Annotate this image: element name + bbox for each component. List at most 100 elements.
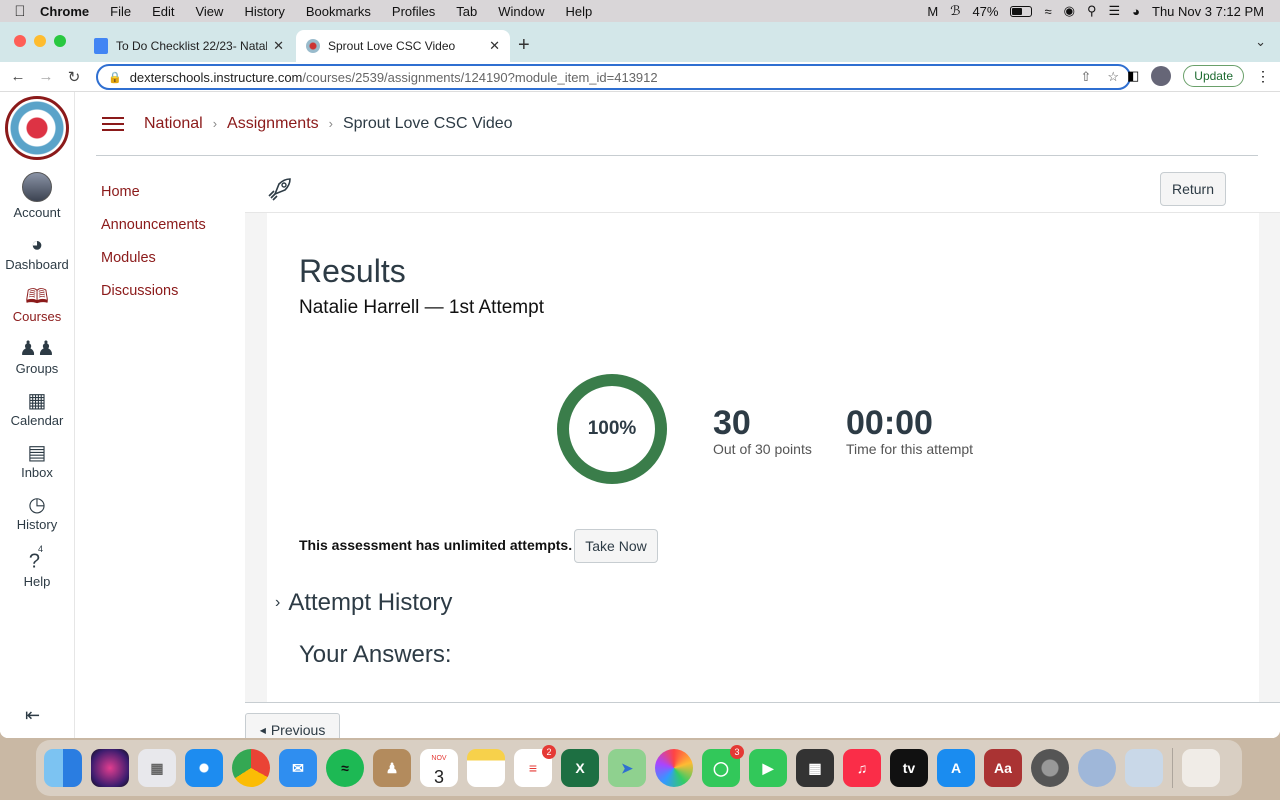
lock-icon[interactable]: 🔒 bbox=[108, 71, 122, 84]
courses-book-icon: 🕮 bbox=[25, 286, 49, 308]
nav-help[interactable]: ?4 Help bbox=[0, 539, 74, 596]
reminders-badge: 2 bbox=[542, 745, 556, 759]
course-nav-home[interactable]: Home bbox=[101, 184, 206, 217]
finder-icon[interactable] bbox=[44, 749, 82, 787]
battery-icon[interactable] bbox=[1010, 5, 1033, 17]
menu-tab[interactable]: Tab bbox=[456, 4, 477, 19]
collapse-nav-icon[interactable]: ⇤ bbox=[25, 705, 40, 726]
malwarebytes-icon[interactable]: M bbox=[927, 4, 938, 19]
menu-help[interactable]: Help bbox=[566, 4, 593, 19]
more-menu-icon[interactable]: ⋮ bbox=[1256, 68, 1270, 85]
app-store-icon[interactable]: A bbox=[937, 749, 975, 787]
nav-inbox[interactable]: ▤ Inbox bbox=[0, 435, 74, 487]
help-badge: 4 bbox=[38, 544, 44, 554]
nav-calendar[interactable]: ▦ Calendar bbox=[0, 383, 74, 435]
menu-bookmarks[interactable]: Bookmarks bbox=[306, 4, 371, 19]
course-nav-discussions[interactable]: Discussions bbox=[101, 283, 206, 316]
breadcrumb-assignments[interactable]: Assignments bbox=[227, 115, 319, 133]
nav-courses-label: Courses bbox=[12, 309, 62, 324]
wifi-icon[interactable]: ≈ bbox=[1044, 4, 1051, 19]
dictionary-icon[interactable]: Aa bbox=[984, 749, 1022, 787]
siri-app-icon[interactable] bbox=[91, 749, 129, 787]
menu-edit[interactable]: Edit bbox=[152, 4, 174, 19]
tab-sprout-love[interactable]: Sprout Love CSC Video ✕ bbox=[296, 30, 510, 62]
bluetooth-icon[interactable]: ℬ bbox=[950, 3, 960, 19]
calculator-icon[interactable]: ▦ bbox=[796, 749, 834, 787]
close-tab-icon[interactable]: ✕ bbox=[489, 38, 500, 54]
menu-history[interactable]: History bbox=[244, 4, 284, 19]
messages-icon[interactable]: ◯ 3 bbox=[702, 745, 744, 787]
forward-icon[interactable]: → bbox=[32, 68, 60, 85]
maps-icon[interactable]: ➤ bbox=[608, 749, 646, 787]
system-preferences-icon[interactable] bbox=[1031, 749, 1069, 787]
minimize-window-icon[interactable] bbox=[34, 35, 46, 47]
safari-icon[interactable] bbox=[185, 749, 223, 787]
chrome-app-icon[interactable] bbox=[232, 749, 270, 787]
profile-avatar[interactable] bbox=[1151, 66, 1172, 86]
contacts-icon[interactable]: ♟ bbox=[373, 749, 411, 787]
tab-todo-checklist[interactable]: To Do Checklist 22/23- Natalie ✕ bbox=[84, 30, 294, 62]
school-logo[interactable] bbox=[5, 96, 69, 160]
module-footer: ◀ Previous bbox=[245, 702, 1280, 738]
nav-account-label: Account bbox=[13, 205, 61, 220]
calendar-month: NOV bbox=[431, 755, 447, 762]
time-stat: 00:00 Time for this attempt bbox=[846, 405, 973, 457]
menu-window[interactable]: Window bbox=[498, 4, 544, 19]
maximize-window-icon[interactable] bbox=[54, 35, 66, 47]
address-bar[interactable]: 🔒 dexterschools.instructure.com/courses/… bbox=[96, 64, 1131, 90]
side-panel-icon[interactable]: ◧ bbox=[1127, 68, 1139, 84]
nav-calendar-label: Calendar bbox=[10, 413, 64, 428]
excel-icon[interactable]: X bbox=[561, 749, 599, 787]
attempt-history-toggle[interactable]: › Attempt History bbox=[275, 589, 452, 617]
menu-profiles[interactable]: Profiles bbox=[392, 4, 435, 19]
spotify-icon[interactable]: ≈ bbox=[326, 749, 364, 787]
apple-tv-icon[interactable]: tv bbox=[890, 749, 928, 787]
nav-dashboard[interactable]: ◕ Dashboard bbox=[0, 227, 74, 279]
launchpad-icon[interactable]: ▦ bbox=[138, 749, 176, 787]
breadcrumb-course[interactable]: National bbox=[144, 115, 203, 133]
nav-groups[interactable]: ♟♟ Groups bbox=[0, 331, 74, 383]
menu-file[interactable]: File bbox=[110, 4, 131, 19]
nav-history[interactable]: ◷ History bbox=[0, 487, 74, 539]
update-button[interactable]: Update bbox=[1183, 65, 1244, 87]
previous-button[interactable]: ◀ Previous bbox=[245, 713, 340, 738]
menu-view[interactable]: View bbox=[195, 4, 223, 19]
apple-icon[interactable]:  bbox=[0, 3, 40, 20]
calendar-app-icon[interactable]: NOV 3 bbox=[420, 749, 458, 787]
spotlight-search-icon[interactable]: ⚲ bbox=[1087, 3, 1097, 19]
new-tab-icon[interactable]: + bbox=[518, 34, 530, 57]
course-nav-modules[interactable]: Modules bbox=[101, 250, 206, 283]
course-nav-announcements[interactable]: Announcements bbox=[101, 217, 206, 250]
close-window-icon[interactable] bbox=[14, 35, 26, 47]
return-button[interactable]: Return bbox=[1160, 172, 1226, 206]
control-center-icon[interactable]: ☰ bbox=[1108, 3, 1120, 19]
back-icon[interactable]: ← bbox=[4, 68, 32, 85]
close-tab-icon[interactable]: ✕ bbox=[273, 38, 284, 54]
photos-icon[interactable] bbox=[655, 749, 693, 787]
menu-chrome[interactable]: Chrome bbox=[40, 4, 89, 19]
share-icon[interactable]: ⇧ bbox=[1080, 69, 1091, 85]
user-icon[interactable]: ◉ bbox=[1064, 3, 1075, 19]
notes-icon[interactable] bbox=[467, 749, 505, 787]
nav-account[interactable]: Account bbox=[0, 166, 74, 227]
tab-search-chevron-icon[interactable]: ⌄ bbox=[1255, 34, 1266, 50]
reload-icon[interactable]: ↻ bbox=[60, 68, 88, 86]
reminders-icon[interactable]: ≡ 2 bbox=[514, 745, 556, 787]
take-now-button[interactable]: Take Now bbox=[574, 529, 658, 563]
music-icon[interactable]: ♫ bbox=[843, 749, 881, 787]
points-caption: Out of 30 points bbox=[713, 441, 812, 457]
facetime-icon[interactable]: ▶ bbox=[749, 749, 787, 787]
time-value: 00:00 bbox=[846, 404, 933, 442]
hamburger-menu-icon[interactable] bbox=[102, 113, 124, 135]
quicktime-icon[interactable] bbox=[1078, 749, 1116, 787]
trash-icon[interactable] bbox=[1182, 749, 1220, 787]
siri-icon[interactable]: ◕ bbox=[1132, 4, 1140, 19]
results-panel: Results Natalie Harrell — 1st Attempt 10… bbox=[267, 213, 1259, 738]
nav-courses[interactable]: 🕮 Courses bbox=[0, 279, 74, 331]
bookmark-star-icon[interactable]: ☆ bbox=[1107, 69, 1119, 85]
menu-clock[interactable]: Thu Nov 3 7:12 PM bbox=[1152, 4, 1264, 19]
mail-icon[interactable]: ✉ bbox=[279, 749, 317, 787]
preview-icon[interactable] bbox=[1125, 749, 1163, 787]
canvas-page: Account ◕ Dashboard 🕮 Courses ♟♟ Groups … bbox=[0, 92, 1280, 738]
tv-label: tv bbox=[902, 760, 916, 776]
